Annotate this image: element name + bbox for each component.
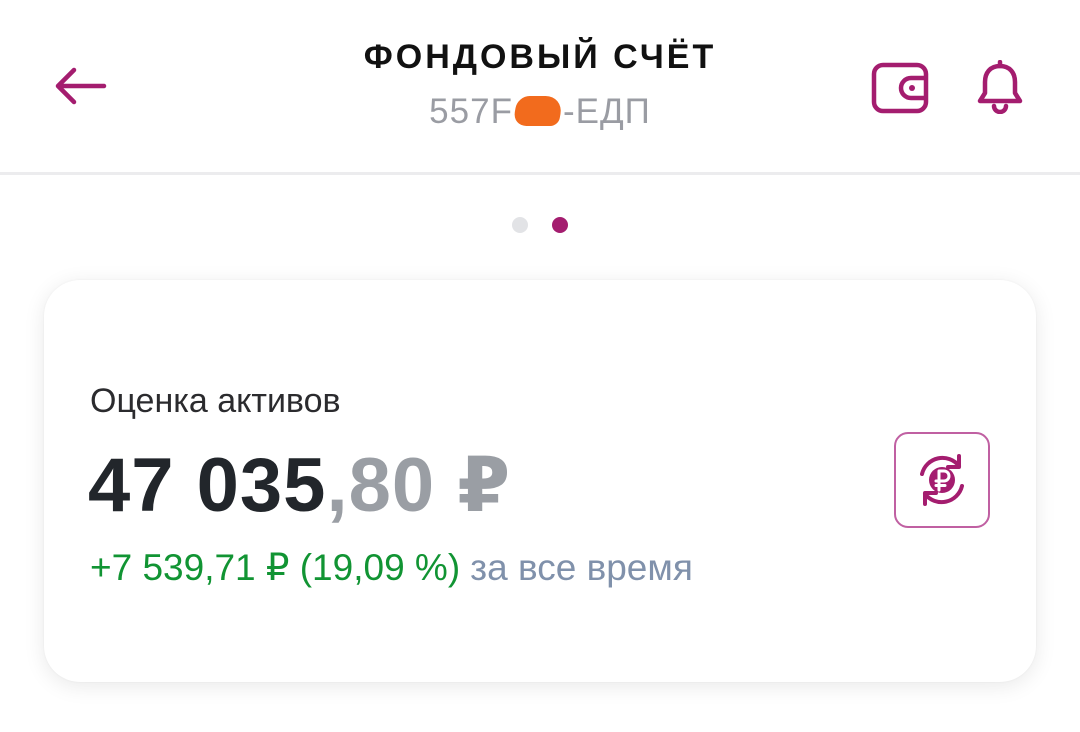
notifications-button[interactable]	[968, 56, 1032, 118]
assets-label: Оценка активов	[90, 382, 341, 420]
profit-value: +7 539,71 ₽ (19,09 %)	[90, 547, 461, 588]
top-bar: ФОНДОВЫЙ СЧЁТ 557F -ЕДП	[0, 0, 1080, 175]
redaction-mark	[512, 96, 564, 126]
account-number-prefix: 557F	[429, 92, 513, 131]
assets-card: Оценка активов 47 035,80 ₽ +7 539,71 ₽ (…	[44, 280, 1036, 682]
wallet-icon	[871, 62, 929, 114]
profit-period: за все время	[470, 547, 693, 588]
bell-icon	[977, 60, 1023, 114]
total-value: 47 035,80 ₽	[88, 440, 511, 529]
page-dot-2-active[interactable]	[552, 217, 568, 233]
wallet-button[interactable]	[868, 58, 936, 118]
profit-summary: +7 539,71 ₽ (19,09 %) за все время	[90, 546, 693, 589]
total-value-integer: 47 035	[88, 443, 327, 528]
page-dot-1[interactable]	[512, 217, 528, 233]
total-value-fraction: ,80 ₽	[326, 443, 512, 528]
ruble-exchange-icon	[920, 454, 964, 506]
account-number-suffix: -ЕДП	[562, 92, 651, 131]
page-indicator	[0, 217, 1080, 235]
currency-exchange-button[interactable]	[894, 432, 990, 528]
